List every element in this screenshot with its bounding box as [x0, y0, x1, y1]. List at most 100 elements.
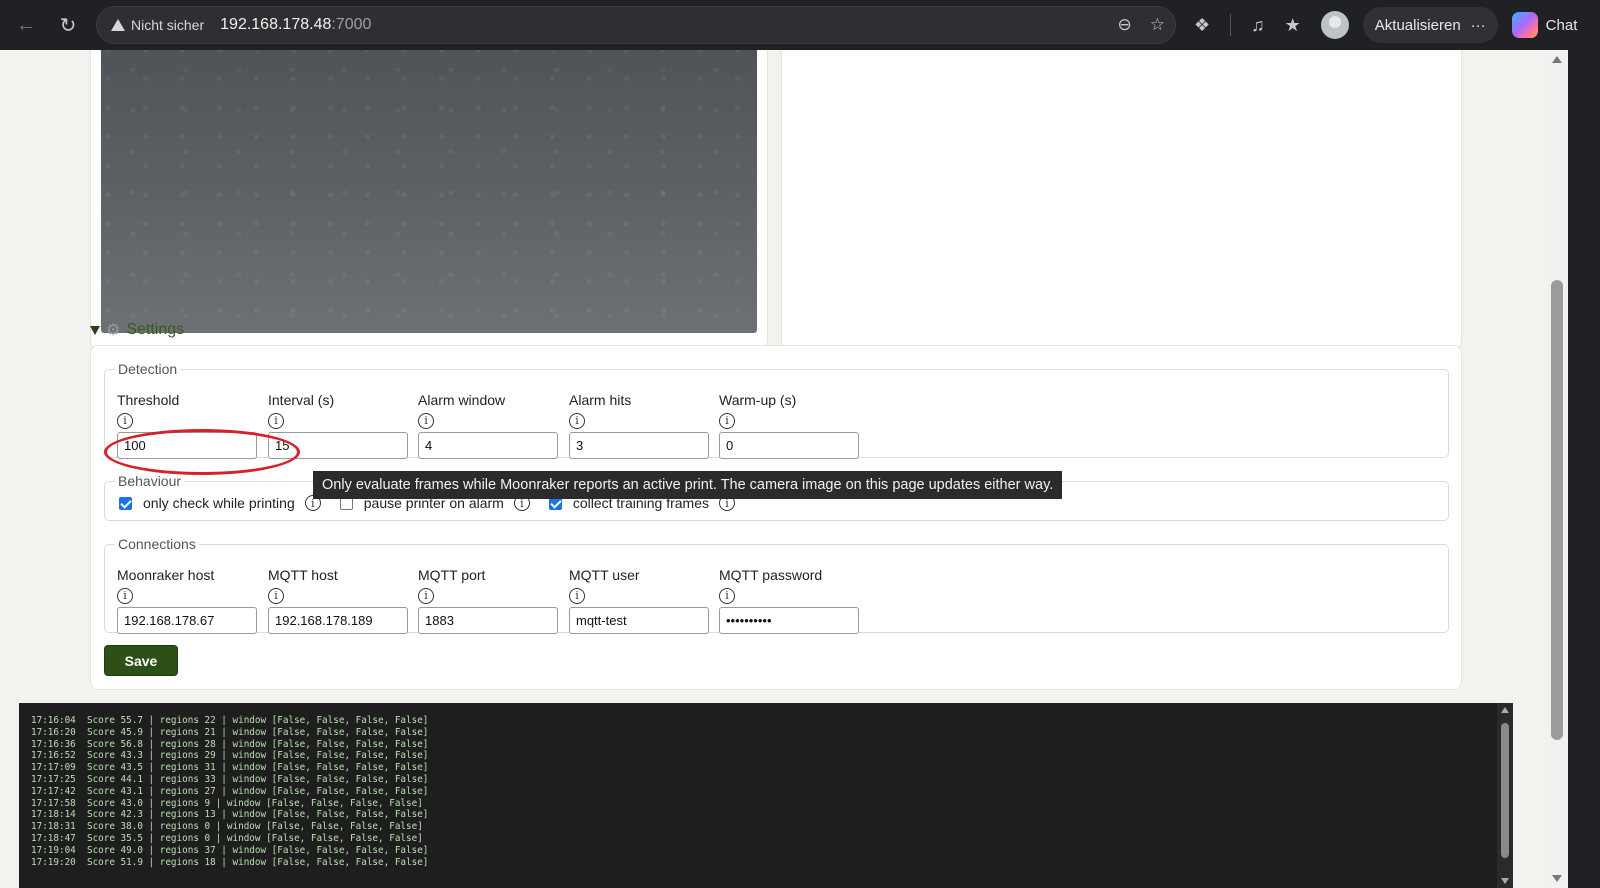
- mqtt-port-input[interactable]: [418, 607, 558, 634]
- disclosure-triangle-icon: [90, 325, 100, 335]
- scroll-up-icon[interactable]: [1501, 707, 1509, 713]
- address-bar[interactable]: Nicht sicher 192.168.178.48:7000 ⊖ ☆: [96, 6, 1176, 44]
- log-line: 17:16:36 Score 56.8 | regions 28 | windo…: [31, 738, 429, 750]
- info-icon[interactable]: i: [719, 587, 735, 604]
- log-line: 17:18:31 Score 38.0 | regions 0 | window…: [31, 821, 423, 833]
- info-icon[interactable]: i: [268, 412, 284, 429]
- url-host: 192.168.178.48: [220, 16, 332, 33]
- mqtt-user-input[interactable]: [569, 607, 709, 634]
- field-label: Interval (s): [268, 392, 335, 408]
- profile-avatar-icon[interactable]: [1320, 11, 1349, 39]
- info-icon[interactable]: i: [418, 587, 434, 604]
- info-icon[interactable]: i: [719, 412, 735, 429]
- update-label: Aktualisieren: [1374, 16, 1461, 34]
- field-label: Threshold: [117, 392, 180, 408]
- log-console[interactable]: 17:16:04 Score 55.7 | regions 22 | windo…: [19, 703, 1513, 888]
- favorites-icon[interactable]: ★: [1285, 15, 1301, 36]
- warning-icon: [111, 19, 125, 31]
- favorite-star-icon[interactable]: ☆: [1150, 15, 1165, 35]
- chat-button[interactable]: Chat: [1511, 12, 1578, 38]
- log-line: 17:19:20 Score 51.9 | regions 18 | windo…: [31, 856, 429, 868]
- connections-legend: Connections: [118, 536, 196, 552]
- mqtt-host-input[interactable]: [268, 607, 408, 634]
- log-line: 17:17:58 Score 43.0 | regions 9 | window…: [31, 797, 423, 809]
- back-arrow-icon[interactable]: ←: [8, 7, 44, 43]
- field-label: MQTT password: [719, 567, 823, 583]
- settings-panel: Detection Threshold i Interval (s) i Ala…: [90, 345, 1462, 690]
- camera-card: [90, 50, 768, 349]
- info-icon[interactable]: i: [569, 587, 585, 604]
- security-warning[interactable]: Nicht sicher: [111, 17, 204, 33]
- save-button[interactable]: Save: [104, 645, 178, 676]
- more-menu-icon[interactable]: ···: [1471, 17, 1486, 34]
- field-label: Alarm hits: [569, 392, 632, 408]
- chat-label: Chat: [1545, 16, 1578, 34]
- info-icon[interactable]: i: [569, 412, 585, 429]
- log-line: 17:16:04 Score 55.7 | regions 22 | windo…: [31, 715, 429, 726]
- camera-image: [101, 50, 757, 333]
- moonraker-host-input[interactable]: [117, 607, 257, 634]
- only-check-while-printing-checkbox[interactable]: [119, 496, 132, 510]
- zoom-icon[interactable]: ⊖: [1118, 15, 1132, 35]
- log-line: 17:17:09 Score 43.5 | regions 31 | windo…: [31, 762, 429, 774]
- log-scrollbar[interactable]: [1497, 703, 1513, 888]
- browser-toolbar: ← ↻ Nicht sicher 192.168.178.48:7000 ⊖ ☆…: [0, 0, 1600, 50]
- log-line: 17:18:47 Score 35.5 | regions 0 | window…: [31, 832, 423, 844]
- scroll-down-icon[interactable]: [1552, 875, 1562, 882]
- highlight-ellipse: [104, 429, 300, 475]
- field-label: MQTT host: [268, 567, 338, 583]
- settings-title: Settings: [126, 321, 185, 338]
- scroll-thumb[interactable]: [1551, 280, 1563, 740]
- info-icon[interactable]: i: [117, 587, 133, 604]
- window-edge: [1568, 50, 1600, 888]
- copilot-icon: [1511, 12, 1538, 38]
- warm-up-field: Warm-up (s) i: [719, 392, 859, 459]
- log-line: 17:18:14 Score 42.3 | regions 13 | windo…: [31, 809, 429, 821]
- field-label: Alarm window: [418, 392, 506, 408]
- behaviour-legend: Behaviour: [118, 473, 182, 489]
- detection-fieldset: Detection Threshold i Interval (s) i Ala…: [104, 361, 1449, 459]
- gear-icon: ⚙: [106, 322, 121, 339]
- info-icon[interactable]: i: [117, 412, 133, 429]
- log-line: 17:17:25 Score 44.1 | regions 33 | windo…: [31, 773, 429, 785]
- moonraker-host-field: Moonraker host i: [117, 567, 257, 634]
- scroll-thumb[interactable]: [1501, 723, 1509, 858]
- mqtt-port-field: MQTT port i: [418, 567, 558, 634]
- log-line: 17:16:52 Score 43.3 | regions 29 | windo…: [31, 750, 429, 762]
- media-icon[interactable]: ♫: [1251, 15, 1265, 36]
- page-scrollbar[interactable]: [1546, 50, 1568, 888]
- mqtt-password-field: MQTT password i: [719, 567, 859, 634]
- settings-toggle[interactable]: ⚙ Settings: [90, 320, 184, 340]
- log-line: 17:17:42 Score 43.1 | regions 27 | windo…: [31, 785, 429, 797]
- preview-card: [781, 50, 1462, 349]
- connections-fieldset: Connections Moonraker host i MQTT host i…: [104, 536, 1449, 634]
- log-line: 17:19:04 Score 49.0 | regions 37 | windo…: [31, 844, 429, 856]
- info-icon[interactable]: i: [418, 412, 434, 429]
- security-label: Nicht sicher: [131, 17, 205, 33]
- info-icon[interactable]: i: [268, 587, 284, 604]
- field-label: MQTT port: [418, 567, 486, 583]
- tooltip: Only evaluate frames while Moonraker rep…: [313, 471, 1063, 499]
- alarm-window-field: Alarm window i: [418, 392, 558, 459]
- field-label: Warm-up (s): [719, 392, 797, 408]
- scroll-up-icon[interactable]: [1552, 56, 1562, 63]
- alarm-window-input[interactable]: [418, 432, 558, 459]
- mqtt-user-field: MQTT user i: [569, 567, 709, 634]
- scroll-down-icon[interactable]: [1501, 878, 1509, 884]
- warm-up-input[interactable]: [719, 432, 859, 459]
- alarm-hits-field: Alarm hits i: [569, 392, 709, 459]
- mqtt-password-input[interactable]: [719, 607, 859, 634]
- field-label: MQTT user: [569, 567, 640, 583]
- alarm-hits-input[interactable]: [569, 432, 709, 459]
- field-label: Moonraker host: [117, 567, 215, 583]
- only-check-while-printing-option[interactable]: only check while printing i: [119, 495, 340, 511]
- extensions-icon[interactable]: ❖: [1194, 15, 1210, 36]
- detection-legend: Detection: [118, 361, 178, 377]
- reload-icon[interactable]: ↻: [50, 7, 86, 43]
- url-port: :7000: [331, 16, 372, 33]
- toolbar-divider: [1230, 14, 1232, 36]
- mqtt-host-field: MQTT host i: [268, 567, 408, 634]
- log-line: 17:16:20 Score 45.9 | regions 21 | windo…: [31, 726, 429, 738]
- update-button[interactable]: Aktualisieren ···: [1362, 7, 1498, 43]
- option-label: only check while printing: [143, 495, 295, 511]
